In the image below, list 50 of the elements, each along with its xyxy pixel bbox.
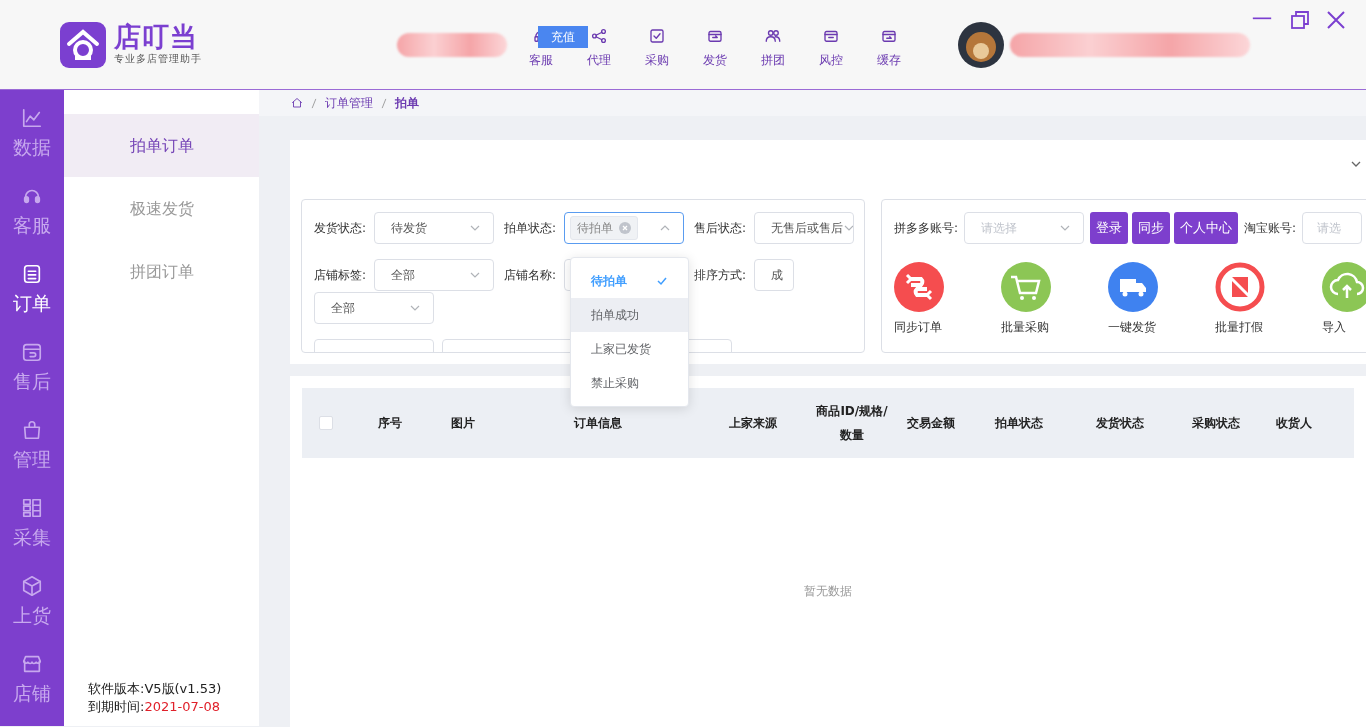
breadcrumb-link[interactable]: 订单管理 xyxy=(325,94,373,112)
field-label: 店铺名称: xyxy=(504,267,557,284)
column-header: 收货人 xyxy=(1275,415,1313,432)
field-label: 排序方式: xyxy=(694,267,747,284)
action-button[interactable]: 批量打假 xyxy=(1215,262,1265,336)
rail-item[interactable]: 订单 xyxy=(0,246,64,324)
column-header: 序号 xyxy=(377,415,403,432)
nav-tab[interactable]: 拼团 xyxy=(744,27,802,69)
column-header: 订单信息 xyxy=(572,415,623,432)
field-label: 拼多多账号: xyxy=(894,220,959,237)
breadcrumb-current: 拍单 xyxy=(395,95,419,112)
nav-tab[interactable]: 风控 xyxy=(802,27,860,69)
dropdown-option[interactable]: 拍单成功 xyxy=(571,298,688,332)
select-field[interactable]: 成 xyxy=(754,259,795,291)
nav-tab[interactable]: 缓存 xyxy=(860,27,918,69)
field-label: 售后状态: xyxy=(694,220,747,237)
dropdown-option[interactable]: 上家已发货 xyxy=(571,332,688,366)
action-button[interactable]: 导入 xyxy=(1322,262,1366,336)
column-header: 采购状态 xyxy=(1191,415,1241,432)
select-field[interactable]: 待发货 xyxy=(374,212,495,244)
select-field[interactable]: 全部 xyxy=(374,259,495,291)
recharge-tooltip[interactable]: 充值 xyxy=(538,26,588,48)
action-button[interactable]: 批量采购 xyxy=(1001,262,1051,336)
expiry-date: 2021-07-08 xyxy=(144,698,220,716)
column-header: 交易金额 xyxy=(906,415,956,432)
column-header: 商品ID/规格/数量 xyxy=(815,403,889,444)
empty-state-text: 暂无数据 xyxy=(803,583,853,600)
column-header: 发货状态 xyxy=(1095,415,1145,432)
column-header: 拍单状态 xyxy=(994,415,1044,432)
submenu-item[interactable]: 拍单订单 xyxy=(64,114,259,177)
field-label: 发货状态: xyxy=(314,220,367,237)
select-field[interactable]: 无售后或售后 xyxy=(754,212,855,244)
field-label: 淘宝账号: xyxy=(1244,220,1297,237)
field-label: 拍单状态: xyxy=(504,220,557,237)
logo-tagline: 专业多店管理助手 xyxy=(114,52,202,67)
version-text: 软件版本:V5版(v1.53) xyxy=(88,680,222,698)
account-button[interactable]: 同步 xyxy=(1132,212,1171,244)
dropdown-option[interactable]: 禁止采购 xyxy=(571,366,688,400)
column-header: 上家来源 xyxy=(728,415,778,432)
nav-tab[interactable]: 采购 xyxy=(628,27,686,69)
action-button[interactable]: 同步订单 xyxy=(894,262,944,336)
select-field[interactable]: 全部 xyxy=(314,292,434,324)
nav-tab[interactable]: 发货 xyxy=(686,27,744,69)
account-button[interactable]: 个人中心 xyxy=(1174,212,1239,244)
field-label: 店铺标签: xyxy=(314,267,367,284)
logo-text: 店叮当 xyxy=(114,22,199,52)
column-header: 图片 xyxy=(450,415,476,432)
action-button[interactable]: 一键发货 xyxy=(1108,262,1158,336)
account-button[interactable]: 登录 xyxy=(1090,212,1129,244)
expiry-label: 到期时间: xyxy=(88,698,145,716)
